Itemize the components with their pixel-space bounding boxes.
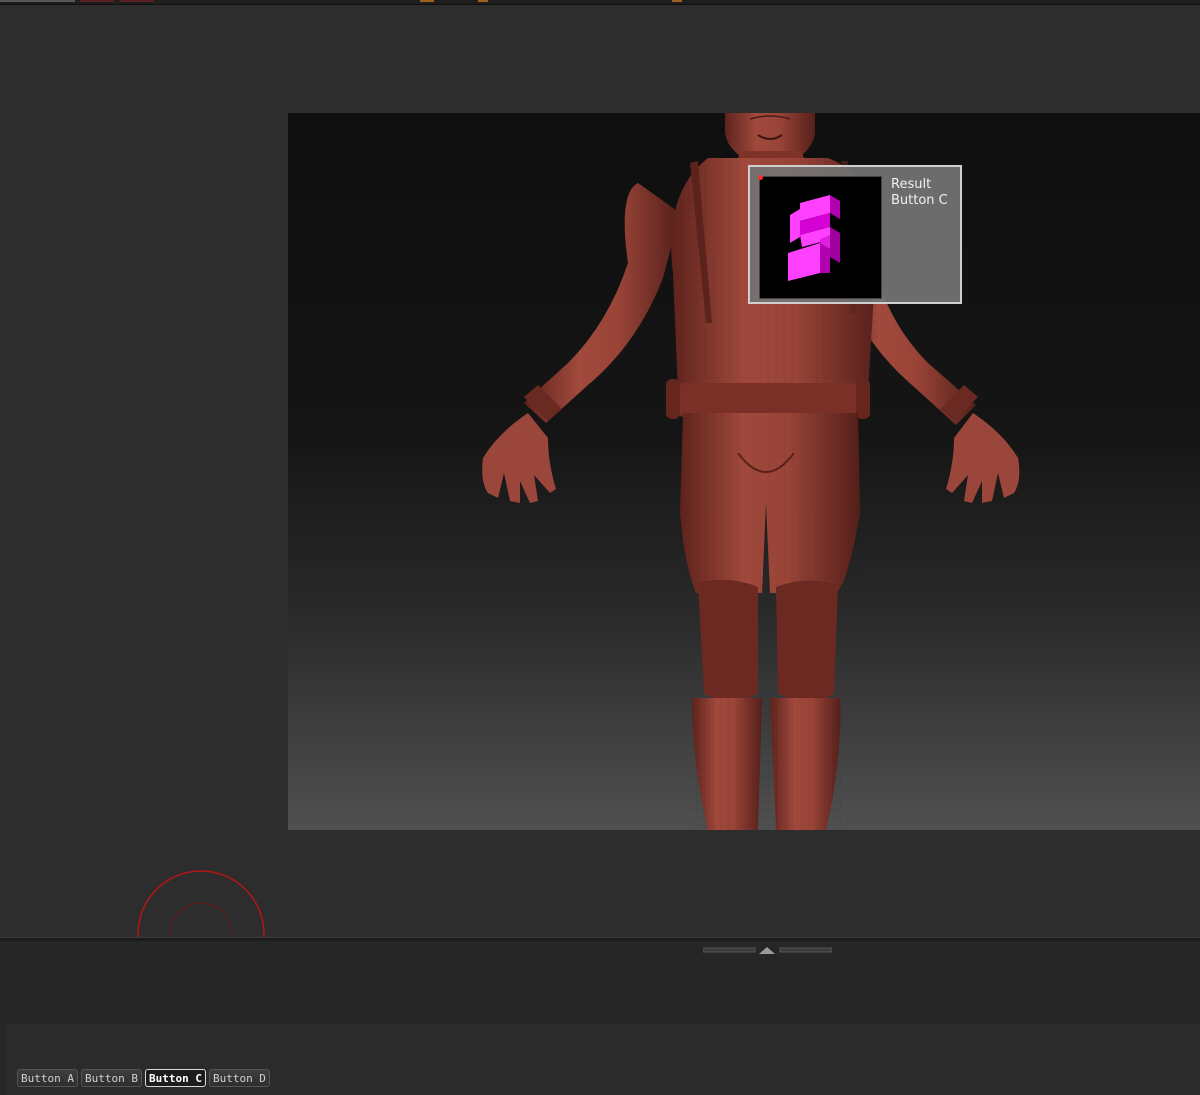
model-left-arm: [482, 183, 680, 503]
chevron-up-icon: [759, 947, 775, 954]
top-shelf: [0, 5, 1200, 113]
button-b[interactable]: Button B: [80, 1069, 142, 1087]
document-viewport[interactable]: [288, 113, 1200, 830]
button-a[interactable]: Button A: [17, 1069, 78, 1087]
tooltip-subtitle: Button C: [891, 193, 948, 208]
tray-drag-handle[interactable]: [702, 940, 833, 954]
model-legs: [680, 413, 860, 830]
indicator-dot: [758, 175, 763, 180]
button-toolbar: Button A Button B Button C Button D: [17, 1069, 270, 1089]
tooltip-popup: Result Button C: [748, 165, 962, 304]
button-c[interactable]: Button C: [144, 1069, 206, 1087]
tooltip-thumbnail: [758, 175, 882, 299]
zscript-s-icon: [788, 195, 840, 281]
zbrush-window: Result Button C Button A Button B Button…: [0, 0, 1200, 1095]
button-d[interactable]: Button D: [208, 1069, 270, 1087]
navigation-gizmo[interactable]: [130, 862, 274, 938]
tooltip-title: Result: [891, 177, 932, 192]
left-tray: [0, 113, 288, 830]
tooltip-text: Result Button C: [891, 177, 948, 209]
sculpt-model[interactable]: [288, 113, 1200, 830]
